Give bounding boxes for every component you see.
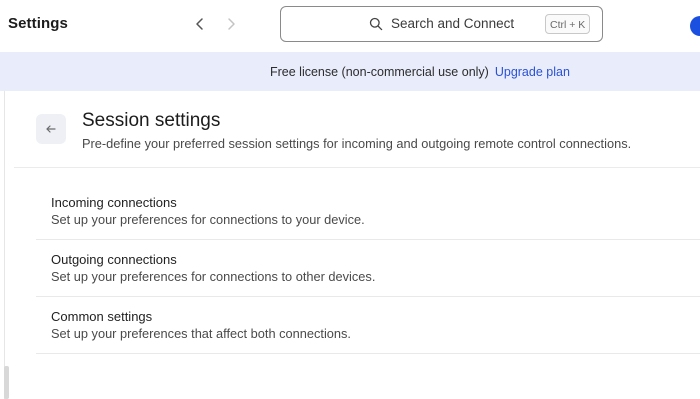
page-subtitle: Pre-define your preferred session settin… bbox=[82, 136, 632, 151]
search-text: Search and Connect bbox=[391, 16, 515, 31]
settings-item-outgoing-connections[interactable]: Outgoing connections Set up your prefere… bbox=[36, 240, 700, 297]
settings-item-description: Set up your preferences for connections … bbox=[51, 269, 376, 284]
chevron-right-icon bbox=[228, 18, 235, 30]
license-text: Free license (non-commercial use only) bbox=[270, 65, 489, 79]
app-title: Settings bbox=[8, 15, 68, 32]
keyboard-shortcut-badge: Ctrl + K bbox=[545, 14, 591, 34]
settings-item-description: Set up your preferences for connections … bbox=[51, 212, 365, 227]
settings-item-title: Common settings bbox=[51, 309, 153, 324]
search-and-connect-box[interactable]: Search and Connect Ctrl + K bbox=[280, 6, 603, 42]
nav-forward-button[interactable] bbox=[222, 14, 240, 34]
settings-item-title: Outgoing connections bbox=[51, 252, 177, 267]
license-text-wrapper: Free license (non-commercial use only) Up… bbox=[270, 65, 570, 79]
settings-item-title: Incoming connections bbox=[51, 195, 177, 210]
settings-item-common-settings[interactable]: Common settings Set up your preferences … bbox=[36, 297, 700, 354]
nav-back-button[interactable] bbox=[191, 14, 209, 34]
left-panel-border bbox=[4, 91, 5, 399]
chevron-left-icon bbox=[196, 18, 203, 30]
arrow-left-icon bbox=[46, 125, 56, 133]
page-back-button[interactable] bbox=[36, 114, 66, 144]
panel-resize-handle[interactable] bbox=[4, 366, 9, 399]
top-bar: Settings Search and Connect Ctrl + K bbox=[0, 0, 700, 51]
upgrade-plan-link[interactable]: Upgrade plan bbox=[495, 65, 570, 79]
header-divider bbox=[14, 167, 700, 168]
page-title: Session settings bbox=[82, 110, 221, 131]
avatar[interactable] bbox=[690, 16, 700, 36]
settings-item-description: Set up your preferences that affect both… bbox=[51, 326, 351, 341]
settings-list: Incoming connections Set up your prefere… bbox=[36, 183, 700, 354]
settings-item-incoming-connections[interactable]: Incoming connections Set up your prefere… bbox=[36, 183, 700, 240]
search-icon bbox=[369, 17, 383, 31]
license-banner: Free license (non-commercial use only) Up… bbox=[0, 52, 700, 91]
